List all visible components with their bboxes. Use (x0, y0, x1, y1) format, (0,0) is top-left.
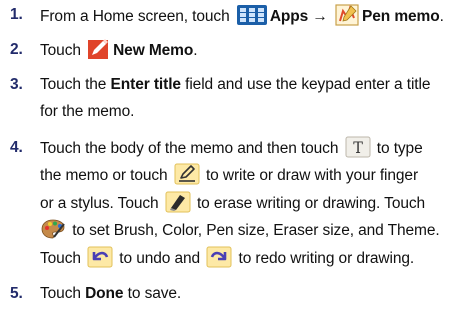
step-text: the memo or touch (40, 167, 172, 185)
step-text-bold: New Memo (113, 42, 194, 60)
step-line: Touch Done to save. (40, 284, 181, 304)
pen-icon (174, 163, 200, 185)
step-text: to set Brush, Color, Pen size, Eraser si… (68, 222, 440, 240)
step-number: 4. (10, 139, 23, 156)
step-text: or a stylus. Touch (40, 195, 163, 213)
step-text: . (439, 8, 444, 26)
step-number: 2. (10, 41, 23, 58)
eraser-icon (165, 191, 191, 213)
step-text: . (193, 42, 198, 60)
step-line: From a Home screen, touch Apps → Pen mem… (40, 3, 444, 27)
palette-icon (40, 218, 66, 240)
step-line: Touch New Memo. (40, 38, 198, 60)
step-text-bold: Pen memo (361, 8, 440, 26)
step-text: to type (372, 140, 423, 158)
step-text: From a Home screen, touch (40, 8, 234, 26)
step-line: for the memo. (40, 102, 134, 122)
step-text: Touch (40, 42, 86, 60)
undo-icon (87, 246, 113, 268)
step-text-bold: Done (85, 285, 124, 302)
pen-memo-app-icon (334, 3, 360, 27)
redo-icon (206, 246, 232, 268)
step-text: Touch the (40, 76, 111, 93)
step-line: Touch to undo and to redo writing or dra… (40, 246, 415, 268)
apps-grid-icon (236, 4, 268, 26)
step-text: Touch the body of the memo and then touc… (40, 140, 343, 158)
svg-text:T: T (353, 138, 363, 157)
step-line: the memo or touch to write or draw with … (40, 163, 419, 185)
step-text: to save. (123, 285, 182, 302)
step-line: Touch the Enter title field and use the … (40, 75, 430, 95)
step-text: field and use the keypad enter a title (180, 76, 431, 93)
step-text: to undo and (115, 250, 205, 268)
step-text-bold: Enter title (110, 76, 181, 93)
step-text: to redo writing or drawing. (234, 250, 415, 268)
step-text: to write or draw with your finger (201, 167, 419, 185)
step-line: Touch the body of the memo and then touc… (40, 136, 423, 158)
step-text-bold: Apps → (269, 8, 332, 26)
step-number: 5. (10, 285, 23, 302)
new-memo-icon (87, 38, 111, 60)
step-text: Touch (40, 250, 86, 268)
step-line: or a stylus. Touch to erase writing or d… (40, 191, 426, 213)
step-text: Touch (40, 285, 86, 302)
step-number: 1. (10, 6, 23, 23)
step-number: 3. (10, 76, 23, 93)
text-mode-icon: T (345, 136, 371, 158)
step-text: to erase writing or drawing. Touch (192, 195, 426, 213)
step-text: for the memo. (40, 103, 135, 120)
step-line: to set Brush, Color, Pen size, Eraser si… (40, 218, 440, 240)
